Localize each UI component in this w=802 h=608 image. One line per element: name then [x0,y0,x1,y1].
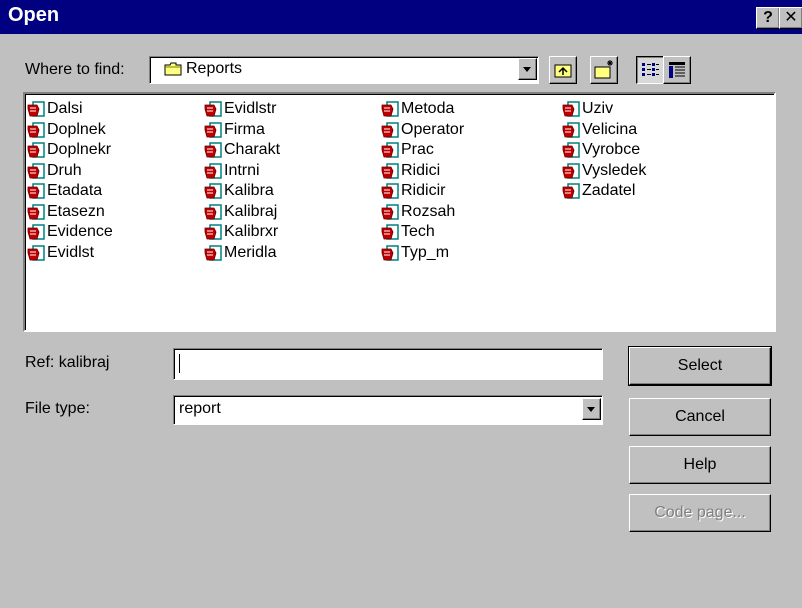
file-name: Tech [401,223,435,240]
up-folder-icon [554,64,572,78]
file-name: Kalibra [224,182,274,199]
ref-label: Ref: kalibraj [25,354,110,371]
report-file-icon [381,224,399,240]
file-name: Kalibraj [224,202,278,220]
report-file-icon [27,244,45,261]
file-name: Ridici [401,161,441,179]
report-file-icon [204,142,222,158]
list-view-icon [642,63,659,76]
file-name: Prac [401,141,434,158]
text-cursor [179,354,180,373]
folder-icon [164,62,182,76]
file-name: Intrni [224,161,260,179]
report-file-icon [204,183,222,199]
file-name: Uziv [582,100,614,117]
report-file-icon [562,183,580,199]
list-view-button[interactable] [636,56,664,84]
where-to-find-label: Where to find: [25,61,125,78]
report-file-icon [204,162,222,179]
chevron-down-icon[interactable] [582,398,601,420]
help-icon[interactable]: ? [756,7,780,29]
details-view-button[interactable] [663,56,691,84]
file-name: Etadata [47,182,103,199]
report-file-icon [381,203,399,220]
file-name: Meridla [224,243,277,261]
file-name: Evidence [47,223,113,240]
title-bar: Open ? ✕ [0,0,802,34]
new-folder-button[interactable] [590,56,618,84]
file-name: Etasezn [47,202,105,220]
file-type-dropdown[interactable]: report [173,395,603,425]
select-button[interactable]: Select [628,346,772,386]
file-name: Metoda [401,100,455,117]
file-name: Vysledek [582,161,647,179]
file-name: Operator [401,120,465,138]
file-name: Dalsi [47,100,83,117]
report-file-icon [27,121,45,138]
file-list[interactable]: Dalsi Doplnek Doplnekr Druh Etadata Etasezn Ev… [23,92,776,332]
where-to-find-dropdown[interactable]: Reports [149,56,539,84]
file-name: Evidlst [47,243,95,261]
report-file-icon [381,121,399,138]
details-view-icon [669,62,685,78]
ref-input[interactable] [173,348,603,380]
report-file-icon [381,244,399,261]
up-folder-button[interactable] [549,56,577,84]
file-name: Firma [224,120,265,138]
close-icon[interactable]: ✕ [779,7,802,29]
report-file-icon [381,142,399,158]
chevron-down-icon[interactable] [518,58,537,80]
report-file-icon [27,162,45,179]
file-name: Druh [47,161,82,179]
help-button[interactable]: Help [629,446,771,484]
new-folder-icon [594,60,613,79]
code-page-button[interactable]: Code page... [629,494,771,532]
file-name: Ridicir [401,182,446,199]
cancel-button[interactable]: Cancel [629,398,771,436]
report-file-icon [27,183,45,199]
report-file-icon [381,101,399,117]
report-file-icon [27,203,45,220]
file-name: Zadatel [582,182,636,199]
report-file-icon [562,121,580,138]
report-file-icon [204,121,222,138]
file-type-value: report [179,400,221,417]
file-type-label: File type: [25,400,90,417]
report-file-icon [27,101,45,117]
file-name: Velicina [582,120,638,138]
report-file-icon [204,101,222,117]
report-file-icon [381,183,399,199]
file-name: Kalibrxr [224,223,279,240]
report-file-icon [27,142,45,158]
file-name: Typ_m [401,243,450,261]
file-name: Rozsah [401,202,456,220]
file-name: Vyrobce [582,141,641,158]
report-file-icon [562,101,580,117]
window-title: Open [8,4,60,26]
report-file-icon [381,162,399,179]
report-file-icon [562,142,580,158]
file-name: Charakt [224,141,281,158]
report-file-icon [204,224,222,240]
file-name: Evidlstr [224,100,277,117]
report-file-icon [27,224,45,240]
file-name: Doplnek [47,120,106,138]
file-name: Doplnekr [47,141,112,158]
where-to-find-value: Reports [186,60,243,77]
report-file-icon [562,162,580,179]
report-file-icon [204,203,222,220]
report-file-icon [204,244,222,261]
